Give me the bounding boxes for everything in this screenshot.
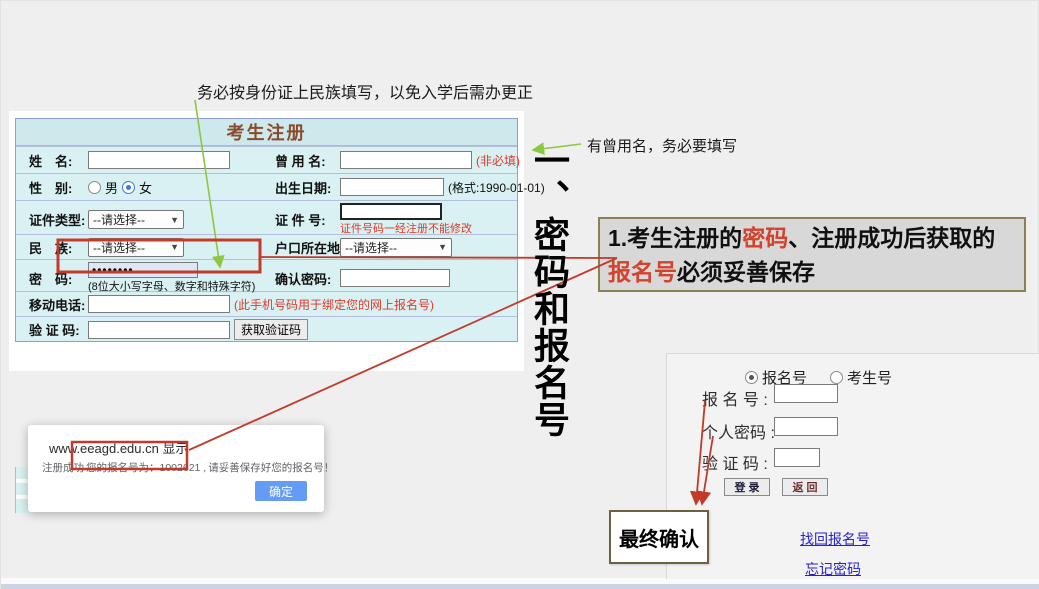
ethnicity-select[interactable]: --请选择-- ▼ — [88, 238, 184, 257]
login-password-input[interactable] — [774, 417, 838, 436]
name-label: 姓 名: — [16, 149, 88, 172]
get-captcha-button[interactable]: 获取验证码 — [234, 319, 308, 340]
alert-dialog: www.eeagd.edu.cn 显示 注册成功您的报名号为：1002621 ,… — [28, 425, 324, 512]
instruction-text-3: 必须妥善保存 — [677, 259, 815, 285]
password-input[interactable] — [88, 262, 198, 278]
former-name-label: 曾 用 名: — [262, 149, 340, 172]
candidateno-radio[interactable] — [830, 371, 843, 384]
candidateno-radio-item[interactable]: 考生号 — [830, 367, 892, 388]
regno-radio[interactable] — [745, 371, 758, 384]
bottom-band — [1, 584, 1039, 589]
row-captcha: 验 证 码: 获取验证码 — [16, 316, 517, 341]
id-type-select[interactable]: --请选择-- ▼ — [88, 210, 184, 229]
dialog-regno-text: 您的报名号为：1002621 , — [85, 462, 207, 474]
find-regno-link[interactable]: 找回报名号 — [800, 529, 870, 549]
instruction-callout: 1.考生注册的密码、注册成功后获取的报名号必须妥善保存 — [598, 217, 1026, 292]
chevron-down-icon: ▼ — [170, 215, 179, 225]
row-gender: 性 别: 男 女 出生日期: (格式:1990-01-01) — [16, 173, 517, 200]
login-regno-label: 报 名 号 : — [702, 386, 768, 410]
registration-screenshot: 考生注册 姓 名: 曾 用 名: (非必填) 性 别: 男 女 出生日期: (格… — [9, 111, 524, 371]
id-number-label: 证 件 号: — [262, 208, 340, 231]
confirm-password-input[interactable] — [340, 269, 450, 287]
captcha-input[interactable] — [88, 321, 230, 339]
password-rule-note: (8位大小写字母、数字和特殊字符) — [88, 278, 255, 294]
login-captcha-label: 验 证 码 : — [702, 450, 768, 474]
chevron-down-icon: ▼ — [438, 242, 447, 252]
birth-date-input[interactable] — [340, 178, 444, 196]
row-mobile: 移动电话: (此手机号码用于绑定您的网上报名号) — [16, 291, 517, 316]
page: 务必按身份证上民族填写，以免入学后需办更正 有曾用名，务必要填写 考生注册 姓 … — [0, 0, 1039, 588]
ethnicity-label: 民 族: — [16, 236, 88, 259]
instruction-text-2: 、注册成功后获取的 — [788, 225, 995, 251]
instruction-highlight-password: 密码 — [742, 225, 788, 251]
registration-form: 考生注册 姓 名: 曾 用 名: (非必填) 性 别: 男 女 出生日期: (格… — [15, 118, 518, 342]
back-button[interactable]: 返 回 — [782, 478, 828, 496]
former-name-input[interactable] — [340, 151, 472, 169]
id-type-label: 证件类型: — [16, 208, 88, 231]
candidateno-radio-label: 考生号 — [847, 367, 892, 388]
forgot-password-link[interactable]: 忘记密码 — [805, 559, 861, 579]
gender-label: 性 别: — [16, 176, 88, 199]
chevron-down-icon: ▼ — [170, 242, 179, 252]
male-radio[interactable] — [88, 181, 101, 194]
instruction-text-1: 1.考生注册的 — [608, 225, 742, 251]
captcha-label: 验 证 码: — [16, 318, 88, 341]
row-name: 姓 名: 曾 用 名: (非必填) — [16, 146, 517, 173]
female-radio[interactable] — [122, 181, 135, 194]
form-title: 考生注册 — [16, 119, 517, 146]
former-name-annotation: 有曾用名，务必要填写 — [587, 135, 737, 156]
mobile-input[interactable] — [88, 295, 230, 313]
ethnicity-select-value: --请选择-- — [93, 239, 145, 256]
mobile-note: (此手机号码用于绑定您的网上报名号) — [234, 296, 434, 313]
male-radio-label: 男 — [105, 178, 118, 197]
former-name-required-note: (非必填) — [476, 152, 520, 169]
login-regno-input[interactable] — [774, 384, 838, 403]
login-panel: 报名号 考生号 报 名 号 : 个人密码 : 验 证 码 : 登 录 返 回 找… — [666, 353, 1039, 579]
login-button[interactable]: 登 录 — [724, 478, 770, 496]
dialog-title: www.eeagd.edu.cn 显示 — [49, 438, 188, 457]
login-password-label: 个人密码 : — [702, 419, 775, 443]
residence-select[interactable]: --请选择-- ▼ — [340, 238, 452, 257]
row-id: 证件类型: --请选择-- ▼ 证 件 号: 证件号码一经注册不能修改 — [16, 200, 517, 234]
id-number-note: 证件号码一经注册不能修改 — [340, 220, 472, 236]
mobile-label: 移动电话: — [16, 293, 88, 316]
residence-select-value: --请选择-- — [345, 239, 397, 256]
dialog-message: 注册成功您的报名号为：1002621 ,请妥善保存好您的报名号！ — [41, 460, 335, 475]
instruction-highlight-regno: 报名号 — [608, 259, 677, 285]
password-label: 密 码: — [16, 267, 88, 290]
row-ethnicity: 民 族: --请选择-- ▼ 户口所在地: --请选择-- ▼ — [16, 234, 517, 259]
birth-date-label: 出生日期: — [262, 176, 340, 199]
ethnicity-annotation: 务必按身份证上民族填写，以免入学后需办更正 — [197, 79, 533, 103]
id-number-input[interactable] — [340, 203, 442, 220]
confirm-password-label: 确认密码: — [262, 267, 340, 290]
final-confirm-box: 最终确认 — [609, 510, 709, 564]
login-captcha-input[interactable] — [774, 448, 820, 467]
row-password: 密 码: (8位大小写字母、数字和特殊字符) 确认密码: — [16, 259, 517, 291]
id-type-select-value: --请选择-- — [93, 211, 145, 228]
dialog-rest-text: 请妥善保存好您的报名号！ — [207, 462, 335, 474]
female-radio-label: 女 — [139, 178, 152, 197]
section-title-vertical: 一、密码和报名号 — [527, 142, 571, 452]
dialog-status: 注册成功 — [41, 462, 85, 474]
residence-label: 户口所在地: — [262, 236, 340, 259]
name-input[interactable] — [88, 151, 230, 169]
dialog-ok-button[interactable]: 确定 — [255, 481, 307, 501]
